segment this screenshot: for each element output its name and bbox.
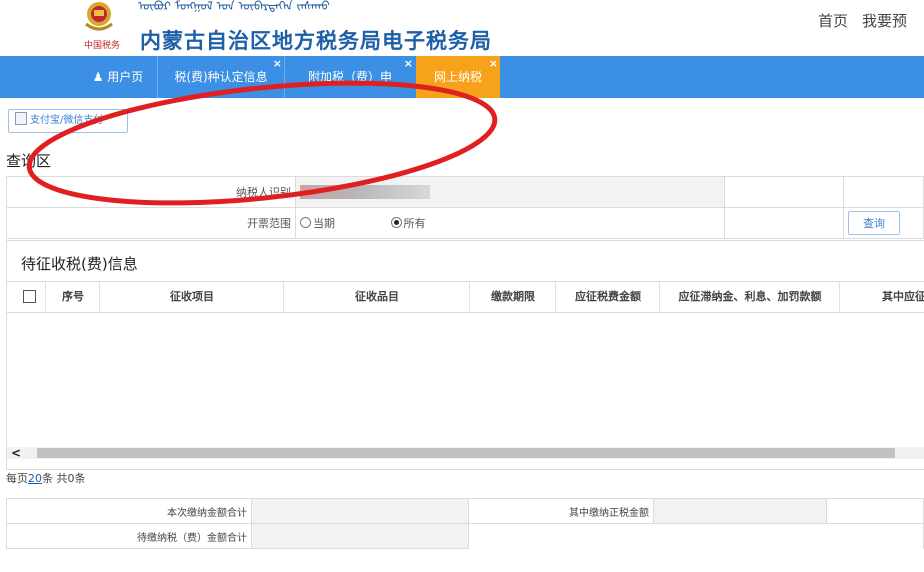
summary-table: 本次缴纳金额合计 其中缴纳正税金额 待缴纳税（费）金额合计 [6, 498, 924, 549]
pending-total-value [251, 523, 469, 549]
invoice-range-options: 当期 所有 [295, 207, 725, 239]
taxpayer-id-label: 纳税人识别 [6, 176, 296, 208]
radio-label: 所有 [403, 217, 426, 230]
pending-tax-panel: 待征收税(费)信息 序号 征收项目 征收品目 缴款期限 应征税费金额 应征滞纳金… [6, 240, 924, 470]
site-title: 内蒙古自治区地方税务局电子税务局 [140, 29, 492, 53]
pager-suffix: 条 共0条 [42, 472, 86, 485]
pending-tax-grid-header: 序号 征收项目 征收品目 缴款期限 应征税费金额 应征滞纳金、利息、加罚款额 其… [7, 281, 924, 313]
national-emblem-icon [85, 2, 113, 31]
top-links: 首页 我要预 [818, 10, 921, 31]
radio-button[interactable] [300, 217, 311, 228]
column-header: 序号 [45, 282, 100, 312]
query-section-title: 查询区 [6, 152, 52, 170]
pending-tax-title: 待征收税(费)信息 [21, 255, 138, 273]
column-header: 征收项目 [99, 282, 284, 312]
tab-user-home[interactable]: ♟ 用户页 [80, 56, 156, 98]
tab-online-tax-payment[interactable]: 网上纳税 × [416, 56, 500, 98]
close-icon[interactable]: × [489, 58, 498, 69]
radio-button[interactable] [390, 217, 402, 228]
this-payment-total-value [251, 498, 469, 524]
radio-all[interactable]: 所有 [390, 217, 426, 230]
query-button[interactable]: 查询 [848, 211, 900, 235]
this-payment-total-label: 本次缴纳金额合计 [6, 498, 252, 524]
redacted-value [300, 185, 430, 199]
empty-cell [724, 207, 844, 239]
document-icon [15, 112, 27, 125]
empty-cell [724, 176, 844, 208]
tax-seal-text: 中国税务 [84, 41, 121, 51]
user-icon: ♟ [92, 70, 104, 84]
page-size-link[interactable]: 20 [28, 472, 42, 485]
scroll-thumb[interactable] [37, 448, 895, 458]
tax-amount-value [653, 498, 827, 524]
close-icon[interactable]: × [273, 58, 282, 69]
mongolian-script-title: ᠦᠪᠦᠷ ᠮᠣᠩᠭᠣᠯ ᠤᠨ ᠥᠪᠡᠷᠲᠡᠭᠡᠨ ᠵᠠᠰᠠᠬᠤ [138, 0, 330, 13]
select-all-checkbox[interactable] [23, 290, 36, 303]
home-link[interactable]: 首页 [818, 12, 848, 30]
empty-cell [826, 498, 924, 524]
column-header: 应征税费金额 [555, 282, 660, 312]
close-icon[interactable]: × [404, 58, 413, 69]
button-label: 支付宝/微信支付 [30, 115, 104, 126]
radio-label: 当期 [313, 217, 335, 230]
pending-total-label: 待缴纳税（费）金额合计 [6, 523, 252, 549]
pager: 每页20条 共0条 [6, 470, 86, 486]
taxpayer-id-field [295, 176, 725, 208]
tab-label: 税(费)种认定信息 [174, 70, 268, 84]
site-header: ᠦᠪᠦᠷ ᠮᠣᠩᠭᠣᠯ ᠤᠨ ᠥᠪᠡᠷᠲᠡᠭᠡᠨ ᠵᠠᠰᠠᠬᠤ 中国税务 内蒙古… [0, 0, 924, 56]
query-button-cell: 查询 [843, 207, 924, 239]
column-header: 缴款期限 [469, 282, 556, 312]
invoice-range-label: 开票范围 [6, 207, 296, 239]
tab-surcharge-declaration[interactable]: 附加税（费）申 × [284, 56, 415, 98]
query-form: 纳税人识别 开票范围 当期 所有 查询 [6, 176, 924, 239]
radio-current-period[interactable]: 当期 [300, 217, 335, 230]
booking-link[interactable]: 我要预 [862, 12, 907, 30]
pager-prefix: 每页 [6, 472, 28, 485]
empty-cell [843, 176, 924, 208]
tab-tax-type-info[interactable]: 税(费)种认定信息 × [157, 56, 284, 98]
column-header: 征收品目 [283, 282, 470, 312]
column-header: 应征滞纳金、利息、加罚款额 [659, 282, 840, 312]
tab-label: 用户页 [107, 70, 144, 84]
tab-label: 网上纳税 [433, 70, 482, 84]
main-nav: ♟ 用户页 税(费)种认定信息 × 附加税（费）申 × 网上纳税 × [0, 56, 924, 98]
tax-amount-label: 其中缴纳正税金额 [468, 498, 654, 524]
column-header: 其中应征 [839, 282, 924, 312]
tab-label: 附加税（费）申 [307, 70, 392, 84]
scroll-left-arrow-icon[interactable]: < [11, 447, 21, 459]
alipay-wechat-pay-button[interactable]: 支付宝/微信支付 [8, 109, 128, 133]
empty-cell [468, 523, 924, 549]
horizontal-scrollbar[interactable]: < [7, 447, 924, 459]
